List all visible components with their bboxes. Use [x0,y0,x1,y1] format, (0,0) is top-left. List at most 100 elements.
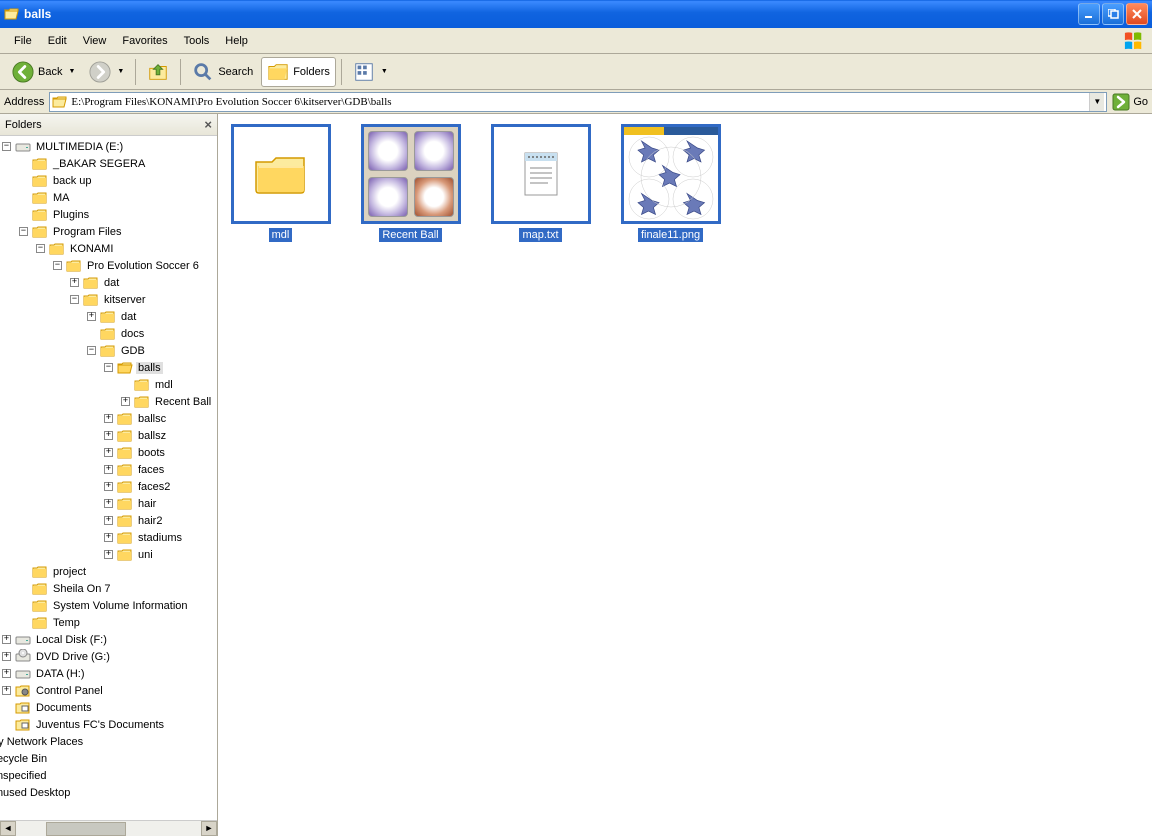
tree-node[interactable]: −balls [2,359,215,376]
tree-node[interactable]: _BAKAR SEGERA [2,155,215,172]
tree-node[interactable]: docs [2,325,215,342]
tree-node[interactable]: +hair2 [2,512,215,529]
address-box[interactable]: ▼ [49,92,1107,112]
tree-toggle-icon[interactable]: + [104,414,113,423]
tree-node[interactable]: +dat [2,274,215,291]
tree-toggle-icon[interactable]: + [104,431,113,440]
tree-node[interactable]: −GDB [2,342,215,359]
tree-node[interactable]: +uni [2,546,215,563]
tree-node[interactable]: My Network Places [0,733,215,750]
back-button[interactable]: Back▼ [6,57,81,87]
tree-toggle-icon[interactable]: + [104,448,113,457]
tree-node[interactable]: +hair [2,495,215,512]
back-label: Back [38,66,62,78]
tree-toggle-icon[interactable]: + [104,550,113,559]
tree-toggle-icon[interactable]: + [2,635,11,644]
tree-toggle-icon[interactable]: − [19,227,28,236]
go-button[interactable]: Go [1112,93,1148,111]
tree-node[interactable]: −Program Files [2,223,215,240]
tree-node[interactable]: + Recent Ball [2,393,215,410]
folder-item[interactable]: Recent Ball [358,124,463,242]
menu-file[interactable]: File [6,33,40,49]
tree-node[interactable]: Unused Desktop [0,784,215,801]
tree-node[interactable]: +faces2 [2,478,215,495]
scroll-right-icon[interactable]: ► [201,821,217,836]
tree-toggle-icon[interactable]: − [2,142,11,151]
tree-toggle-icon[interactable]: + [104,516,113,525]
tree-toggle-icon[interactable]: − [104,363,113,372]
tree-toggle-icon[interactable]: + [2,669,11,678]
tree-toggle-icon[interactable]: + [104,499,113,508]
tree-toggle-icon[interactable]: + [104,533,113,542]
tree-node[interactable]: back up [2,172,215,189]
tree-toggle-icon[interactable]: − [36,244,45,253]
tree-node[interactable]: +Control Panel [2,682,215,699]
tree-toggle-icon[interactable]: + [2,652,11,661]
tree-node[interactable]: Plugins [2,206,215,223]
file-list[interactable]: mdl Recent Ball map.txt [218,114,1152,836]
tree-node[interactable]: project [2,563,215,580]
tree-label: Documents [34,702,94,714]
tree-node[interactable]: Documents [2,699,215,716]
tree-node[interactable]: +boots [2,444,215,461]
tree-label: Recent Ball [153,396,213,408]
tree-node[interactable]: Recycle Bin [0,750,215,767]
tree-label: stadiums [136,532,184,544]
sidebar-close-icon[interactable]: × [204,117,212,132]
views-button[interactable]: ▼ [347,57,394,87]
tree-node[interactable]: Temp [2,614,215,631]
menu-help[interactable]: Help [217,33,256,49]
tree-toggle-icon[interactable]: − [70,295,79,304]
tree-node[interactable]: +ballsz [2,427,215,444]
tree-node[interactable]: −MULTIMEDIA (E:) [2,138,215,155]
scroll-left-icon[interactable]: ◄ [0,821,16,836]
tree-node[interactable]: Sheila On 7 [2,580,215,597]
address-input[interactable] [71,96,1089,108]
tree-node[interactable]: + stadiums [2,529,215,546]
windows-logo-icon [1122,31,1146,51]
folder-open-icon [52,94,68,110]
horizontal-scrollbar[interactable]: ◄ ► [0,820,217,836]
tree-toggle-icon[interactable]: + [104,465,113,474]
menu-tools[interactable]: Tools [176,33,218,49]
tree-node[interactable]: + dat [2,308,215,325]
search-button[interactable]: Search [186,57,259,87]
file-item[interactable]: map.txt [488,124,593,242]
folder-tree[interactable]: −MULTIMEDIA (E:)_BAKAR SEGERAback upMAPl… [0,136,217,820]
tree-node[interactable]: +Local Disk (F:) [2,631,215,648]
tree-label: dat [119,311,138,323]
tree-node[interactable]: Unspecified [0,767,215,784]
tree-node[interactable]: Juventus FC's Documents [2,716,215,733]
forward-button[interactable]: ▼ [83,57,130,87]
tree-node[interactable]: −Pro Evolution Soccer 6 [2,257,215,274]
maximize-button[interactable] [1102,3,1124,25]
tree-node[interactable]: +faces [2,461,215,478]
tree-toggle-icon[interactable]: + [87,312,96,321]
tree-toggle-icon[interactable]: + [121,397,130,406]
tree-label: Temp [51,617,82,629]
menu-view[interactable]: View [75,33,115,49]
folders-button[interactable]: Folders [261,57,336,87]
scroll-thumb[interactable] [46,822,126,836]
menu-edit[interactable]: Edit [40,33,75,49]
tree-node[interactable]: +DVD Drive (G:) [2,648,215,665]
close-button[interactable] [1126,3,1148,25]
tree-node[interactable]: mdl [2,376,215,393]
tree-node[interactable]: +ballsc [2,410,215,427]
tree-node[interactable]: +DATA (H:) [2,665,215,682]
folder-item[interactable]: mdl [228,124,333,242]
tree-node[interactable]: −KONAMI [2,240,215,257]
menu-favorites[interactable]: Favorites [114,33,175,49]
file-item[interactable]: finale11.png [618,124,723,242]
tree-toggle-icon[interactable]: − [87,346,96,355]
tree-node[interactable]: System Volume Information [2,597,215,614]
tree-toggle-icon[interactable]: + [104,482,113,491]
minimize-button[interactable] [1078,3,1100,25]
address-dropdown-icon[interactable]: ▼ [1089,93,1104,111]
tree-toggle-icon[interactable]: + [2,686,11,695]
tree-node[interactable]: MA [2,189,215,206]
tree-toggle-icon[interactable]: − [53,261,62,270]
tree-node[interactable]: −kitserver [2,291,215,308]
tree-toggle-icon[interactable]: + [70,278,79,287]
up-button[interactable] [141,57,175,87]
